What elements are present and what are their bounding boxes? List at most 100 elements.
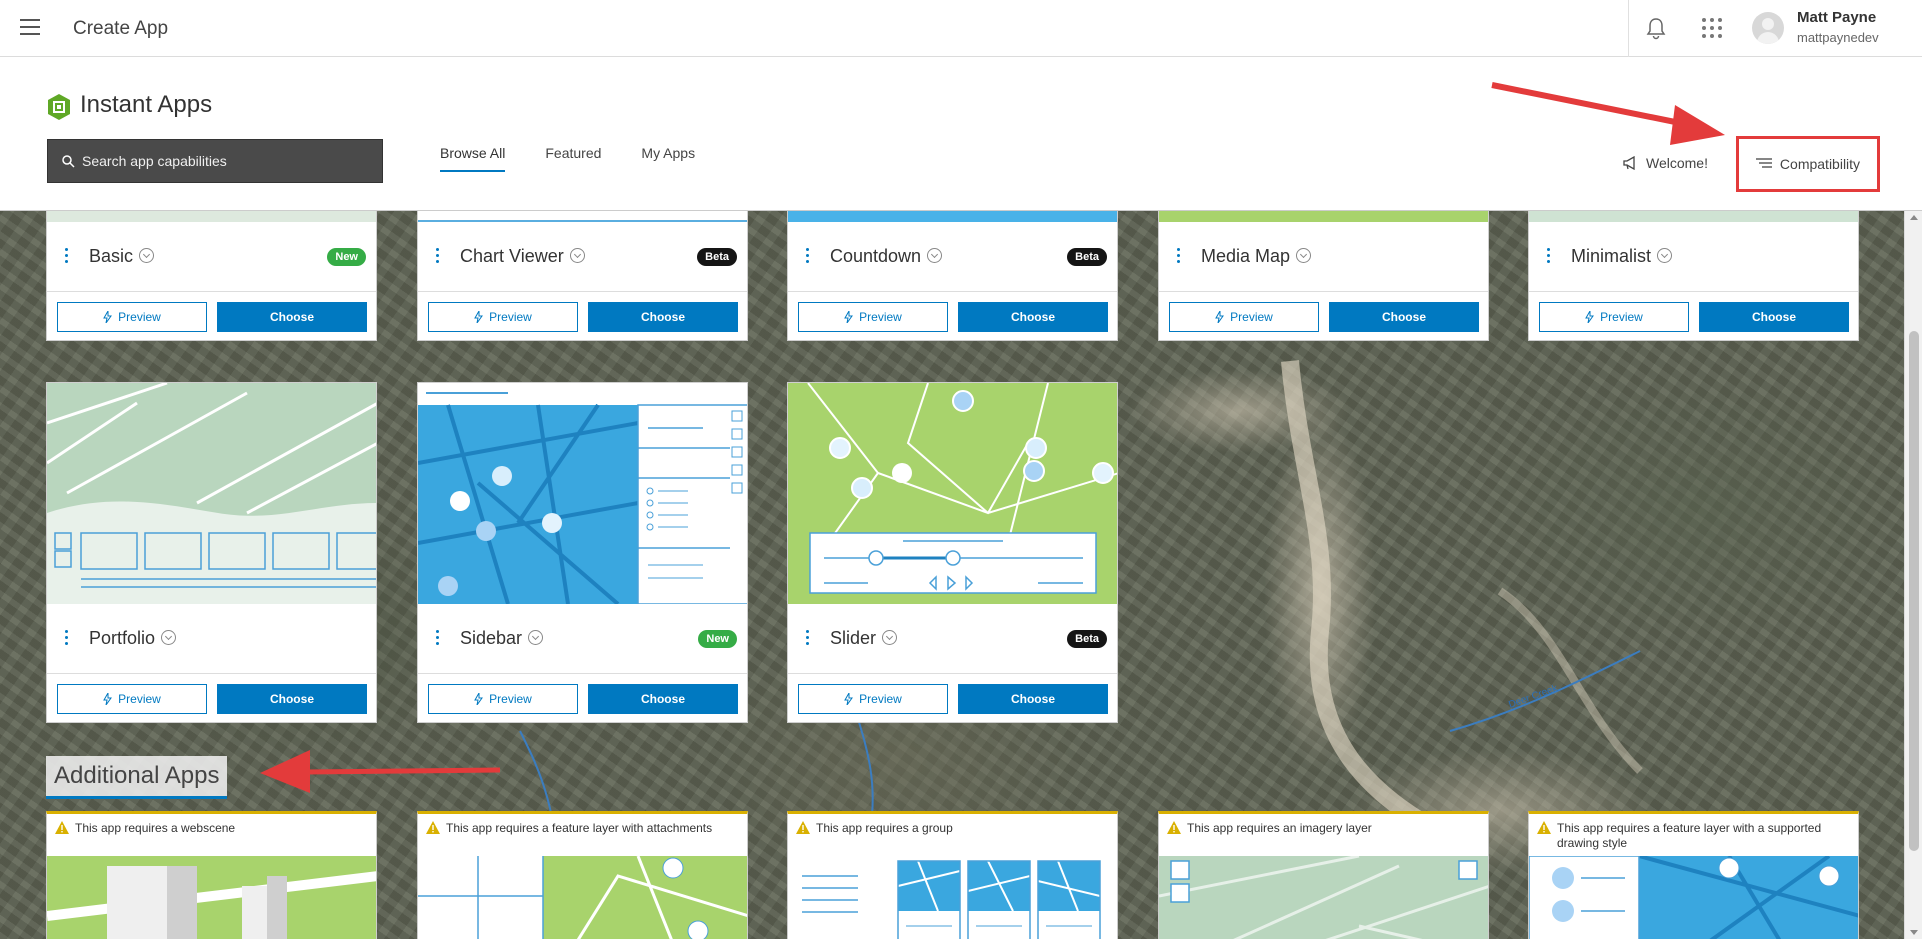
additional-app-card[interactable]: This app requires an imagery layer	[1158, 811, 1489, 939]
preview-button[interactable]: Preview	[798, 684, 948, 714]
app-card-minimalist: Minimalist Preview Choose	[1528, 211, 1859, 341]
card-name: Sidebar	[460, 628, 544, 649]
page-header: Instant Apps Browse All Featured My Apps…	[0, 57, 1922, 211]
choose-button[interactable]: Choose	[958, 302, 1108, 332]
kebab-menu-icon[interactable]	[806, 630, 810, 648]
lightning-icon	[103, 311, 113, 323]
card-buttons: Preview Choose	[418, 674, 747, 722]
card-buttons: Preview Choose	[47, 674, 376, 722]
requirement-warning: This app requires an imagery layer	[1159, 814, 1488, 856]
choose-button[interactable]: Choose	[588, 302, 738, 332]
choose-button[interactable]: Choose	[588, 684, 738, 714]
app-thumbnail	[418, 383, 747, 604]
preview-button[interactable]: Preview	[428, 302, 578, 332]
vertical-scrollbar[interactable]	[1904, 211, 1922, 939]
info-icon[interactable]	[569, 248, 585, 263]
megaphone-icon	[1623, 156, 1635, 170]
kebab-menu-icon[interactable]	[436, 630, 440, 648]
lightning-icon	[844, 693, 854, 705]
requirement-warning: This app requires a group	[788, 814, 1117, 856]
card-title-row: Minimalist	[1529, 222, 1858, 292]
card-title-row: Portfolio	[47, 604, 376, 674]
search-input[interactable]	[82, 140, 372, 182]
choose-button[interactable]: Choose	[1329, 302, 1479, 332]
hamburger-menu-icon[interactable]	[20, 19, 40, 35]
choose-button[interactable]: Choose	[217, 302, 367, 332]
additional-app-card[interactable]: This app requires a feature layer with a…	[1528, 811, 1859, 939]
card-buttons: Preview Choose	[1529, 292, 1858, 340]
kebab-menu-icon[interactable]	[65, 630, 69, 648]
info-icon[interactable]	[1657, 248, 1673, 263]
tab-browse-all[interactable]: Browse All	[440, 145, 506, 172]
choose-button[interactable]: Choose	[1699, 302, 1849, 332]
bell-icon[interactable]	[1645, 16, 1667, 40]
preview-button[interactable]: Preview	[1169, 302, 1319, 332]
kebab-menu-icon[interactable]	[1177, 248, 1181, 266]
page-title: Instant Apps	[80, 91, 213, 118]
additional-app-card[interactable]: This app requires a group	[787, 811, 1118, 939]
compatibility-button[interactable]: Compatibility	[1736, 136, 1880, 192]
preview-button[interactable]: Preview	[798, 302, 948, 332]
app-card-sidebar: Sidebar New Preview Choose	[417, 382, 748, 723]
app-title: Create App	[73, 18, 169, 39]
kebab-menu-icon[interactable]	[65, 248, 69, 266]
app-thumbnail	[788, 383, 1117, 604]
info-icon[interactable]	[1296, 248, 1312, 263]
avatar[interactable]	[1752, 12, 1784, 44]
kebab-menu-icon[interactable]	[806, 248, 810, 266]
scrollbar-thumb[interactable]	[1909, 331, 1919, 851]
info-icon[interactable]	[882, 630, 898, 645]
section-title-additional-apps: Additional Apps	[46, 756, 228, 799]
welcome-button[interactable]: Welcome!	[1622, 155, 1708, 171]
card-name: Portfolio	[89, 628, 177, 649]
user-id: mattpaynedev	[1797, 30, 1879, 45]
preview-button[interactable]: Preview	[1539, 302, 1689, 332]
app-card-basic: Basic New Preview Choose	[46, 211, 377, 341]
choose-button[interactable]: Choose	[217, 684, 367, 714]
preview-button[interactable]: Preview	[428, 684, 578, 714]
lightning-icon	[474, 311, 484, 323]
status-badge: New	[698, 630, 737, 648]
card-buttons: Preview Choose	[47, 292, 376, 340]
additional-app-card[interactable]: This app requires a feature layer with a…	[417, 811, 748, 939]
card-buttons: Preview Choose	[418, 292, 747, 340]
warning-icon	[55, 821, 69, 834]
card-title-row: Basic New	[47, 222, 376, 292]
tab-featured[interactable]: Featured	[545, 145, 601, 172]
card-title-row: Sidebar New	[418, 604, 747, 674]
lightning-icon	[474, 693, 484, 705]
tab-my-apps[interactable]: My Apps	[641, 145, 695, 172]
info-icon[interactable]	[161, 630, 177, 645]
divider	[1628, 0, 1629, 57]
app-thumbnail	[788, 856, 1117, 939]
preview-button[interactable]: Preview	[57, 684, 207, 714]
card-title-row: Slider Beta	[788, 604, 1117, 674]
card-title-row: Media Map	[1159, 222, 1488, 292]
requirement-warning: This app requires a feature layer with a…	[418, 814, 747, 856]
kebab-menu-icon[interactable]	[1547, 248, 1551, 266]
filter-lines-icon	[1755, 158, 1772, 168]
user-name[interactable]: Matt Payne	[1797, 9, 1876, 26]
info-icon[interactable]	[927, 248, 943, 263]
lightning-icon	[1215, 311, 1225, 323]
info-icon[interactable]	[528, 630, 544, 645]
kebab-menu-icon[interactable]	[436, 248, 440, 266]
app-thumbnail	[788, 211, 1117, 222]
warning-icon	[1537, 821, 1551, 834]
search-box[interactable]	[47, 139, 383, 183]
instant-apps-logo-icon	[48, 94, 70, 120]
info-icon[interactable]	[139, 248, 155, 263]
preview-button[interactable]: Preview	[57, 302, 207, 332]
status-badge: Beta	[697, 248, 737, 266]
status-badge: New	[327, 248, 366, 266]
warning-icon	[426, 821, 440, 834]
choose-button[interactable]: Choose	[958, 684, 1108, 714]
app-launcher-icon[interactable]	[1702, 18, 1722, 38]
scroll-up-arrow-icon[interactable]	[1910, 215, 1918, 220]
app-thumbnail	[1159, 211, 1488, 222]
app-thumbnail	[1529, 856, 1858, 939]
welcome-label: Welcome!	[1646, 155, 1708, 171]
scroll-down-arrow-icon[interactable]	[1910, 930, 1918, 935]
additional-app-card[interactable]: This app requires a webscene	[46, 811, 377, 939]
app-card-chart-viewer: Chart Viewer Beta Preview Choose	[417, 211, 748, 341]
